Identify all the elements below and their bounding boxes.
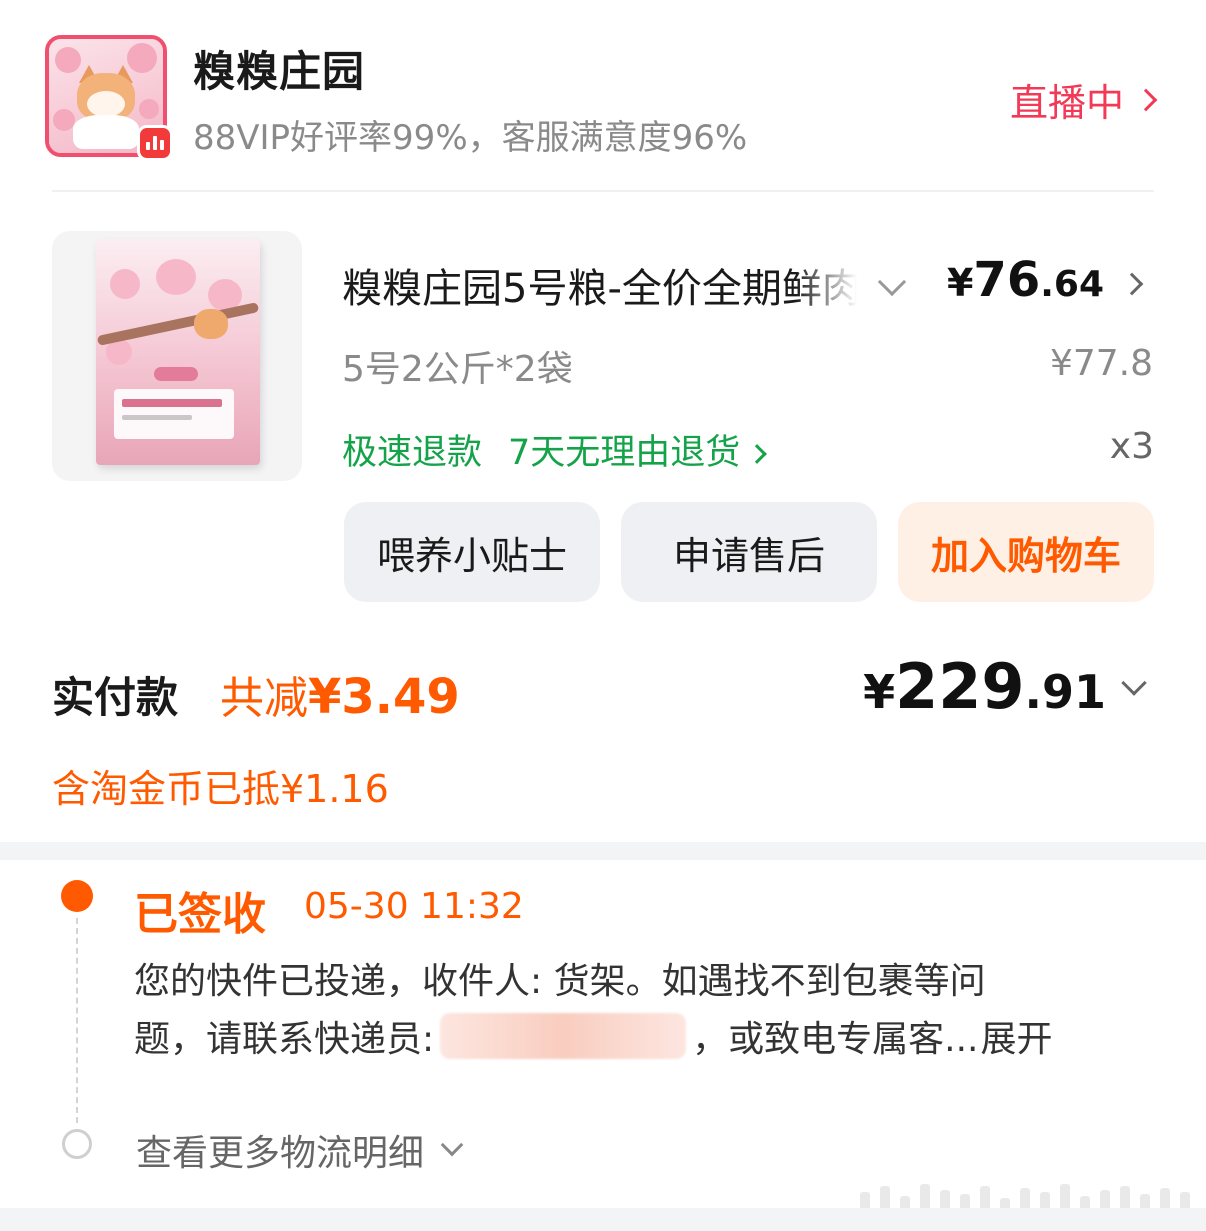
shop-avatar[interactable] — [45, 35, 173, 161]
shop-rating: 88VIP好评率99%，客服满意度96% — [193, 118, 748, 158]
redacted-phone — [440, 1013, 687, 1059]
discount-summary: 共减¥3.49 — [220, 669, 460, 725]
delivery-status: 已签收 — [134, 889, 266, 940]
divider — [52, 190, 1154, 192]
chevron-down-icon — [440, 1133, 464, 1157]
more-logistics-link[interactable]: 查看更多物流明细 — [136, 1124, 464, 1176]
service-tags[interactable]: 极速退款 7天无理由退货 — [342, 424, 768, 475]
coin-deduction-note: 含淘金币已抵¥1.16 — [52, 767, 389, 811]
product-image[interactable] — [52, 231, 302, 481]
chevron-right-icon — [1134, 88, 1158, 111]
section-separator — [0, 1208, 1206, 1231]
service-tag-refund: 极速退款 — [342, 433, 483, 473]
live-label: 直播中 — [1009, 81, 1124, 125]
section-separator — [0, 842, 1206, 860]
live-bars-icon — [137, 125, 173, 161]
paid-label: 实付款 — [52, 673, 179, 722]
total-paid[interactable]: ¥229.91 — [863, 650, 1106, 723]
product-price: ¥76.64 — [946, 252, 1104, 308]
chevron-down-icon[interactable] — [1121, 670, 1147, 696]
timeline-active-dot-icon — [61, 880, 93, 912]
shop-name[interactable]: 糗糗庄园 — [193, 38, 365, 99]
original-price: ¥77.8 — [1049, 343, 1153, 384]
add-to-cart-button[interactable]: 加入购物车 — [898, 502, 1154, 602]
expand-link[interactable]: 展开 — [980, 1010, 1052, 1062]
after-sale-button[interactable]: 申请售后 — [621, 502, 877, 602]
chevron-right-icon — [747, 444, 768, 464]
quantity: x3 — [1109, 426, 1154, 467]
timeline-dot-icon — [62, 1129, 92, 1159]
live-streaming-link[interactable]: 直播中 — [1009, 72, 1158, 127]
logistics-detail-line: 您的快件已投递，收件人: 货架。如遇找不到包裹等问 — [134, 961, 986, 1002]
logistics-detail-line: 题，请联系快递员: ，或致电专属客... 展开 — [134, 1010, 1053, 1062]
timeline-line — [76, 918, 78, 1123]
chevron-right-icon[interactable] — [1120, 272, 1144, 296]
cat-food-bag-illustration — [96, 239, 260, 465]
service-tag-return: 7天无理由退货 — [508, 424, 768, 475]
feeding-tips-button[interactable]: 喂养小贴士 — [344, 502, 600, 602]
product-title[interactable]: 糗糗庄园5号粮-全价全期鲜肉猫粮 — [342, 256, 857, 312]
product-spec: 5号2公斤*2袋 — [342, 349, 573, 390]
chevron-down-icon[interactable] — [877, 267, 907, 297]
delivery-time: 05-30 11:32 — [304, 886, 524, 927]
shop-header: 糗糗庄园 88VIP好评率99%，客服满意度96% 直播中 — [0, 0, 1206, 192]
